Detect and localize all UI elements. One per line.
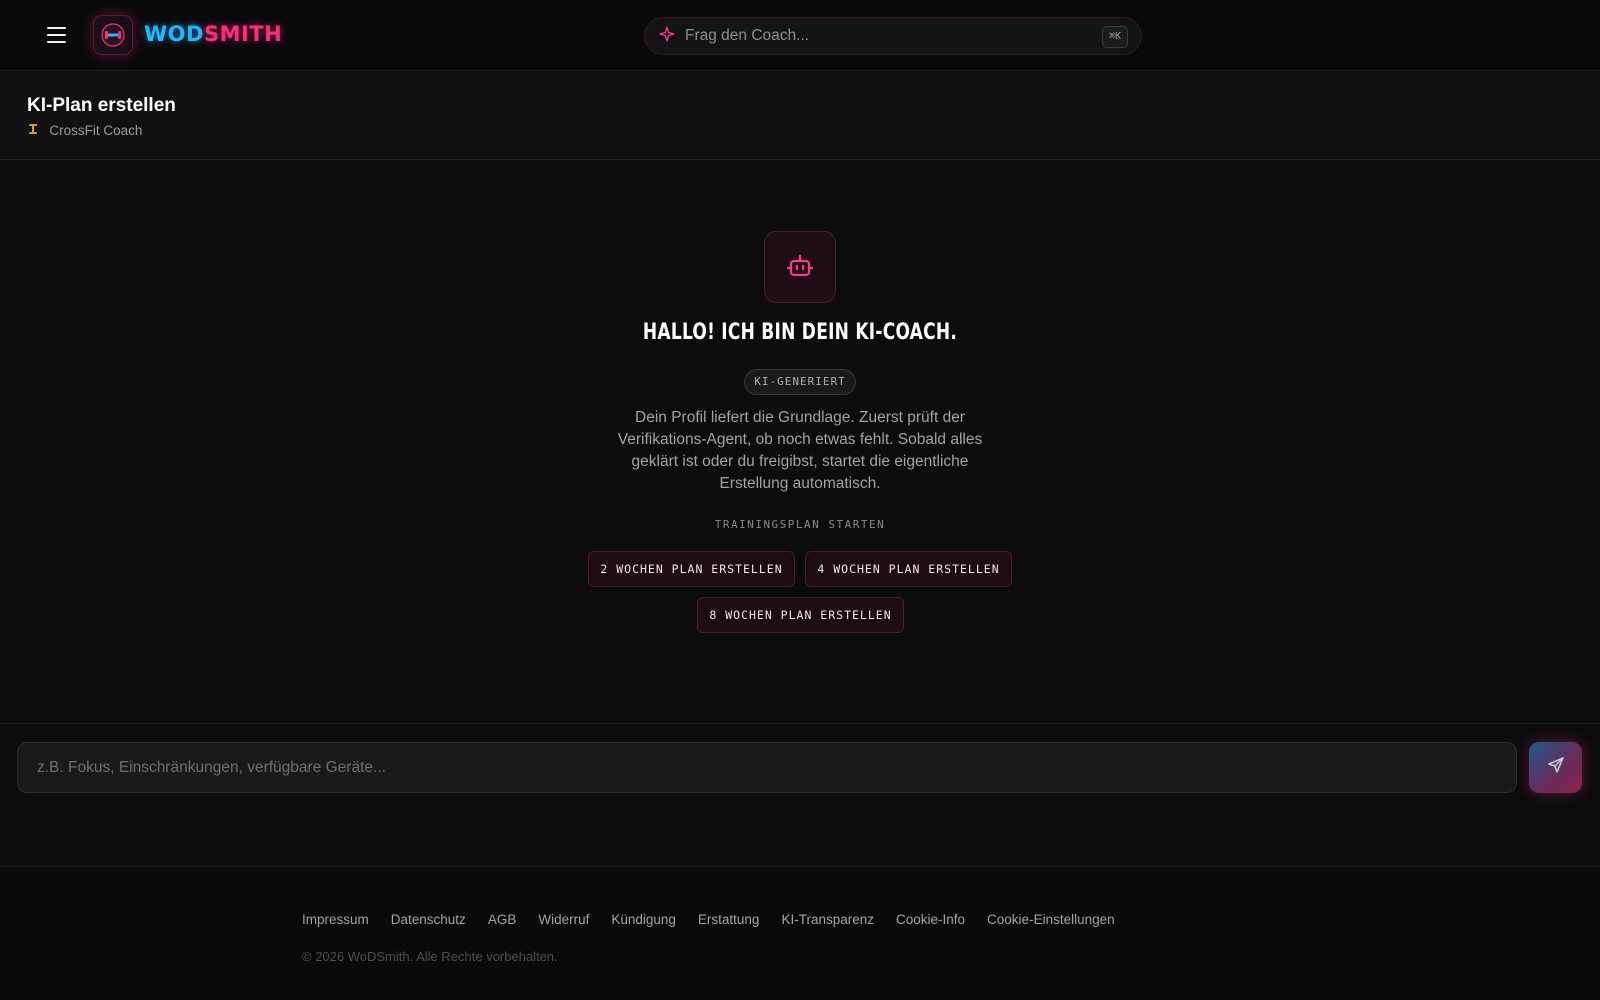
send-button[interactable] (1529, 742, 1582, 793)
welcome-section: HALLO! ICH BIN DEIN KI-COACH. KI-GENERIE… (0, 160, 1600, 723)
footer-link-cookie-info[interactable]: Cookie-Info (896, 912, 965, 927)
search-placeholder: Frag den Coach... (685, 27, 810, 44)
welcome-description: Dein Profil liefert die Grundlage. Zuers… (617, 409, 983, 492)
footer-link-agb[interactable]: AGB (488, 912, 517, 927)
plan-4-weeks-button[interactable]: 4 WOCHEN PLAN ERSTELLEN (805, 551, 1012, 587)
brand-part-1: WOD (144, 22, 204, 46)
plan-8-weeks-button[interactable]: 8 WOCHEN PLAN ERSTELLEN (697, 597, 904, 633)
brand-part-2: SMITH (203, 22, 283, 46)
footer-link-ki-transparenz[interactable]: KI-Transparenz (781, 912, 874, 927)
footer-link-kuendigung[interactable]: Kündigung (611, 912, 676, 927)
copyright: © 2026 WoDSmith. Alle Rechte vorbehalten… (302, 949, 558, 964)
paper-plane-icon (1547, 756, 1565, 779)
page-title: KI-Plan erstellen (27, 95, 176, 116)
robot-icon (764, 231, 836, 303)
footer-link-widerruf[interactable]: Widerruf (538, 912, 589, 927)
sparkle-icon (659, 25, 677, 47)
chat-input[interactable]: z.B. Fokus, Einschränkungen, verfügbare … (17, 742, 1517, 793)
page-subtitle: CrossFit Coach (27, 123, 142, 138)
chat-placeholder: z.B. Fokus, Einschränkungen, verfügbare … (37, 758, 386, 776)
subtitle-text: CrossFit Coach (49, 123, 143, 138)
logo-icon[interactable] (93, 15, 133, 55)
ai-generated-badge: KI-GENERIERT (744, 369, 856, 395)
footer-link-cookie-settings[interactable]: Cookie-Einstellungen (987, 912, 1115, 927)
dumbbell-icon (27, 124, 42, 138)
footer-links: Impressum Datenschutz AGB Widerruf Kündi… (302, 912, 1115, 927)
brand-name[interactable]: WODSMITH (144, 22, 282, 46)
plan-2-weeks-button[interactable]: 2 WOCHEN PLAN ERSTELLEN (588, 551, 795, 587)
footer-link-impressum[interactable]: Impressum (302, 912, 369, 927)
footer-link-datenschutz[interactable]: Datenschutz (391, 912, 466, 927)
footer: Impressum Datenschutz AGB Widerruf Kündi… (0, 866, 1600, 1000)
chat-bar: z.B. Fokus, Einschränkungen, verfügbare … (0, 723, 1600, 866)
menu-icon[interactable] (44, 22, 70, 48)
coach-search-input[interactable]: Frag den Coach... ⌘K (644, 17, 1142, 55)
shortcut-hint: ⌘K (1101, 26, 1128, 48)
footer-link-erstattung[interactable]: Erstattung (698, 912, 760, 927)
training-plan-label: TRAININGSPLAN STARTEN (714, 518, 886, 531)
page-header: KI-Plan erstellen CrossFit Coach (0, 71, 1600, 160)
top-bar: WODSMITH Frag den Coach... ⌘K (0, 0, 1600, 71)
welcome-heading: HALLO! ICH BIN DEIN KI-COACH. (642, 320, 958, 345)
